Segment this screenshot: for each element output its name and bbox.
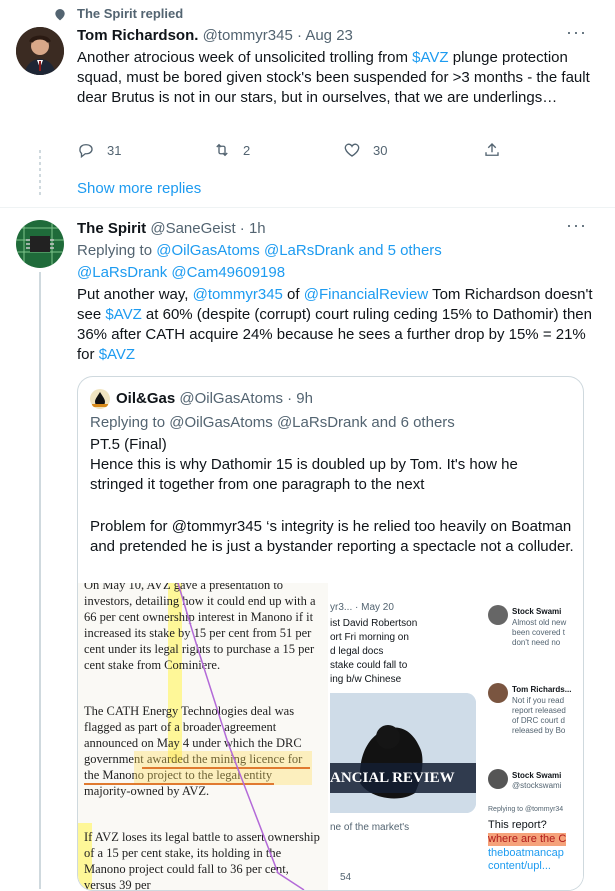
replied-context-label: The Spirit replied — [77, 6, 184, 21]
right-link-1: theboatmancap — [488, 847, 564, 859]
middle-screenshot: yr3... · May 20 ist David Robertson ort … — [330, 583, 480, 890]
retweet-context-icon — [52, 7, 72, 21]
quote-line2: Hence this is why Dathomir 15 is doubled… — [90, 456, 518, 493]
tweet1-header: Tom Richardson. @tommyr345 · Aug 23 — [77, 26, 353, 46]
right-text-2: Not if you read report released of DRC c… — [512, 696, 566, 735]
quote-line3: Problem for @tommyr345 ‘s integrity is h… — [90, 518, 574, 555]
retweet-count: 2 — [243, 142, 251, 158]
tweet2-mentions[interactable]: @LaRsDrank @Cam49609198 — [77, 263, 285, 283]
tweet2-header: The Spirit @SaneGeist · 1h — [77, 219, 266, 239]
avatar-tom-richardson[interactable] — [16, 27, 64, 75]
quoted-tweet[interactable]: Oil&Gas @OilGasAtoms · 9h Replying to @O… — [77, 376, 584, 891]
right-replying: Replying to @tommyr34 — [488, 806, 564, 813]
thread-line — [39, 272, 41, 889]
avatar-oilgas — [90, 389, 110, 409]
quote-line1: PT.5 (Final) — [90, 436, 167, 453]
thread-gap-connector — [39, 150, 41, 196]
tweet2-timestamp[interactable]: · 1h — [240, 220, 266, 237]
quote-header: Oil&Gas @OilGasAtoms · 9h — [116, 389, 313, 409]
like-button[interactable]: 30 — [343, 141, 387, 159]
show-more-replies-link[interactable]: Show more replies — [77, 179, 201, 199]
quote-replying-to: Replying to @OilGasAtoms @LaRsDrank and … — [90, 414, 455, 431]
tweet1-timestamp[interactable]: · Aug 23 — [297, 27, 353, 44]
right-name-1: Stock Swami — [512, 607, 562, 616]
reply-button[interactable]: 31 — [77, 141, 121, 159]
right-highlight: where are the C — [488, 833, 567, 846]
share-icon — [485, 143, 499, 156]
mention-tommyr345[interactable]: @tommyr345 — [193, 286, 283, 303]
share-button[interactable] — [483, 141, 501, 159]
more-options-icon-2[interactable]: ··· — [566, 215, 587, 236]
right-handle-3: @stockswami — [512, 781, 562, 790]
quote-timestamp: · 9h — [287, 390, 313, 407]
retweet-icon — [216, 143, 228, 157]
tweet1-author-name[interactable]: Tom Richardson. — [77, 27, 198, 44]
tweet2-author-name[interactable]: The Spirit — [77, 220, 146, 237]
right-text-1: Almost old new been covered t don't need… — [512, 618, 567, 647]
reply-count: 31 — [107, 142, 122, 158]
like-count: 30 — [373, 142, 388, 158]
heart-icon — [344, 143, 360, 157]
tweet1-author-handle[interactable]: @tommyr345 — [203, 27, 293, 44]
right-question: This report? — [488, 819, 547, 831]
quote-media[interactable]: On May 10, AVZ gave a presentation to in… — [78, 583, 583, 890]
middle-text: ist David Robertson ort Fri morning on d… — [330, 618, 418, 685]
right-link-2: content/upl... — [488, 860, 551, 872]
mention-financialreview[interactable]: @FinancialReview — [304, 286, 428, 303]
right-name-3: Stock Swami — [512, 771, 562, 780]
tweet2-author-handle[interactable]: @SaneGeist — [150, 220, 235, 237]
middle-caption: ne of the market's — [330, 822, 410, 833]
avatar-the-spirit[interactable] — [16, 220, 64, 268]
quote-author-handle: @OilGasAtoms — [179, 390, 283, 407]
right-name-2: Tom Richards... — [512, 685, 572, 694]
reply-icon — [79, 144, 93, 159]
stock-swami-avatar — [488, 605, 508, 625]
divider — [0, 207, 615, 208]
purple-annotation-line — [177, 583, 305, 890]
middle-like-count: 54 — [340, 872, 352, 883]
retweet-button[interactable]: 2 — [213, 141, 250, 159]
newspaper-clipping: On May 10, AVZ gave a presentation to in… — [78, 583, 328, 890]
replying-users-link[interactable]: @OilGasAtoms @LaRsDrank and 5 others — [156, 242, 442, 259]
cashtag-avz-1[interactable]: $AVZ — [105, 306, 141, 323]
middle-header: yr3... · May 20 — [330, 602, 394, 613]
tom-avatar-small — [488, 683, 508, 703]
tweet2-replying-to: Replying to @OilGasAtoms @LaRsDrank and … — [77, 242, 442, 259]
tweet1-text: Another atrocious week of unsolicited tr… — [77, 49, 590, 106]
more-options-icon[interactable]: ··· — [566, 22, 587, 43]
right-screenshot: Stock Swami Almost old new been covered … — [484, 583, 583, 890]
quote-author-name: Oil&Gas — [116, 390, 176, 407]
cashtag-avz[interactable]: $AVZ — [412, 49, 448, 66]
afr-photo: ANCIAL REVIEW — [330, 693, 476, 813]
tweet2-text: Put another way, @tommyr345 of @Financia… — [77, 286, 593, 363]
afr-banner: ANCIAL REVIEW — [330, 763, 476, 793]
stock-swami-avatar-2 — [488, 769, 508, 789]
cashtag-avz-2[interactable]: $AVZ — [99, 346, 135, 363]
